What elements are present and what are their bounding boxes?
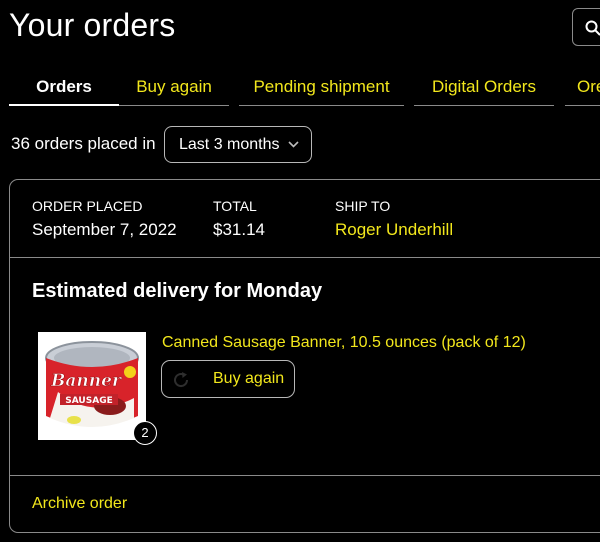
tab-buy-again[interactable]: Buy again [119,68,229,106]
archive-order-link[interactable]: Archive order [32,495,127,513]
product-image[interactable]: Banner SAUSAGE [38,332,146,440]
order-placed-date: September 7, 2022 [32,220,177,239]
order-ship-to: SHIP TO Roger Underhill [335,198,453,240]
tab-overflow[interactable]: Ore [565,68,600,106]
ship-to-label: SHIP TO [335,198,391,214]
search-button[interactable] [572,8,600,46]
orders-count-text: 36 orders placed in [11,134,156,153]
order-placed-label: ORDER PLACED [32,198,143,214]
ship-to-name-link[interactable]: Roger Underhill [335,220,453,240]
buy-again-label: Buy again [213,370,285,387]
product-sub-text: SAUSAGE [65,396,112,406]
order-total-value: $31.14 [213,220,265,239]
order-total: TOTAL $31.14 [213,198,265,240]
time-range-value: Last 3 months [179,136,280,153]
buy-again-button[interactable]: Buy again [161,360,295,398]
delivery-status: Estimated delivery for Monday [32,280,323,302]
order-tabs: Orders Buy again Pending shipment Digita… [9,68,600,106]
product-title-link[interactable]: Canned Sausage Banner, 10.5 ounces (pack… [162,334,526,352]
chevron-down-icon [288,141,299,148]
divider [10,475,600,476]
orders-page: Your orders Orders Buy again Pending shi… [0,0,600,542]
search-icon [585,20,600,36]
time-range-select[interactable]: Last 3 months [164,126,312,163]
order-header: ORDER PLACED September 7, 2022 TOTAL $31… [10,180,600,258]
tab-digital-orders[interactable]: Digital Orders [414,68,554,106]
product-brand-text: Banner [50,371,122,391]
order-placed: ORDER PLACED September 7, 2022 [32,198,177,240]
page-title: Your orders [9,7,176,43]
tab-orders[interactable]: Orders [9,68,119,106]
quantity-badge: 2 [133,421,157,445]
order-total-label: TOTAL [213,198,257,214]
tab-pending-shipment[interactable]: Pending shipment [239,68,404,106]
order-card: ORDER PLACED September 7, 2022 TOTAL $31… [9,179,600,533]
refresh-icon [174,372,189,388]
